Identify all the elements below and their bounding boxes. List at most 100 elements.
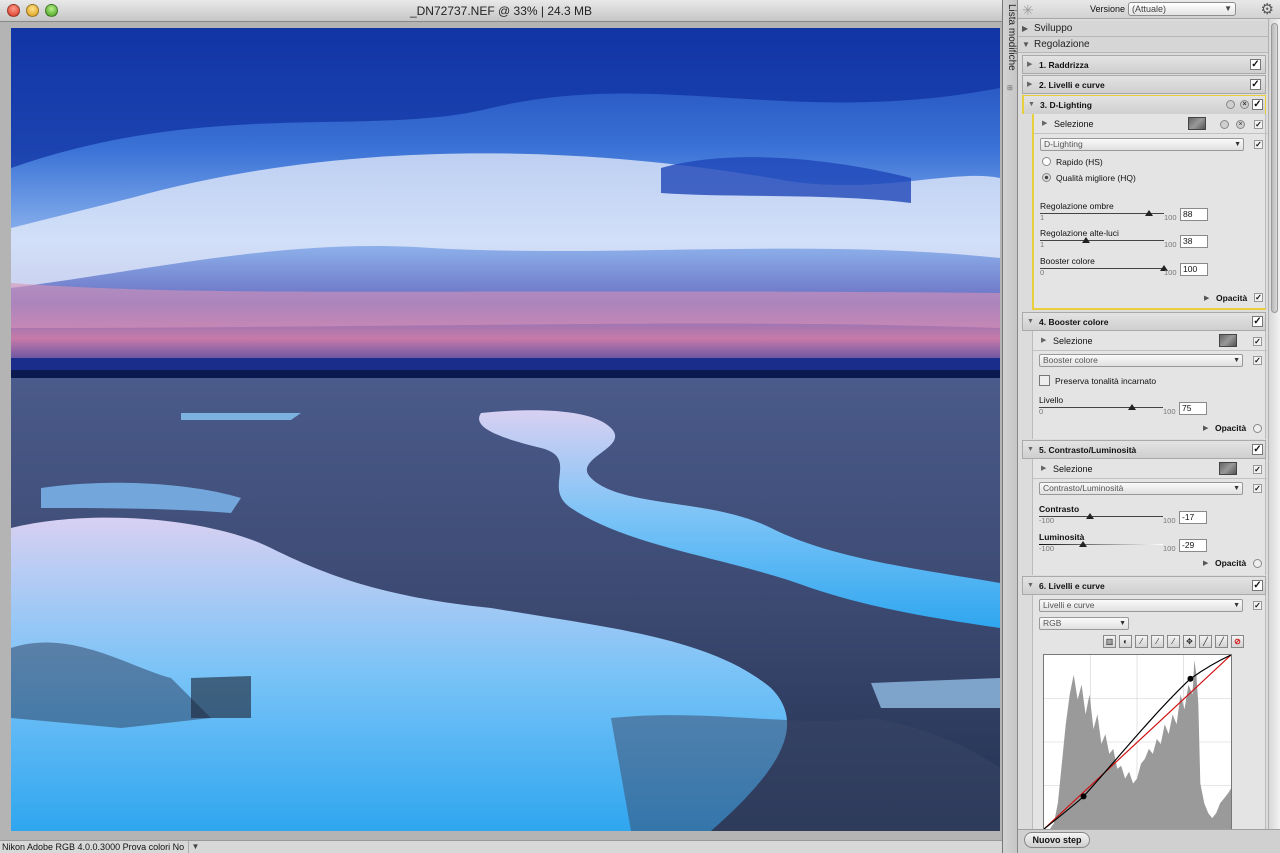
selection-checkbox[interactable]: ✓ — [1253, 337, 1262, 346]
shadows-value-input[interactable]: 88 — [1180, 208, 1208, 221]
eyedropper-gray-icon[interactable]: ⁄ — [1151, 635, 1164, 648]
close-window-button[interactable] — [7, 4, 20, 17]
slider-min: 1 — [1040, 240, 1045, 249]
step-livelli-curve-1[interactable]: ▶ 2. Livelli e curve ✓ — [1022, 75, 1266, 94]
histogram-icon[interactable]: ▥ — [1103, 635, 1116, 648]
side-tab[interactable]: Lista modifiche ⊞ — [1002, 0, 1018, 853]
channel-select[interactable]: RGB ▼ — [1039, 617, 1129, 630]
contrast-method-select[interactable]: Contrasto/Luminosità ▼ — [1039, 482, 1243, 495]
selection-thumbnail[interactable] — [1219, 334, 1237, 347]
level-value-input[interactable]: 75 — [1179, 402, 1207, 415]
shadows-label: Regolazione ombre — [1040, 201, 1114, 211]
disclosure-down-icon: ▼ — [1027, 446, 1034, 453]
disclosure-right-icon[interactable]: ▶ — [1203, 559, 1208, 567]
pin-icon[interactable]: ⊞ — [1007, 84, 1015, 92]
step-enable-checkbox[interactable]: ✓ — [1252, 316, 1263, 327]
highlights-slider-knob[interactable] — [1082, 237, 1091, 243]
chevron-down-icon: ▼ — [1224, 4, 1232, 13]
method-checkbox[interactable]: ✓ — [1254, 140, 1263, 149]
selection-checkbox[interactable]: ✓ — [1253, 465, 1262, 474]
curve-histogram[interactable] — [1043, 654, 1232, 830]
step-enable-checkbox[interactable]: ✓ — [1252, 580, 1263, 591]
contrast-slider-knob[interactable] — [1086, 513, 1095, 519]
contrast-slider-track[interactable] — [1039, 516, 1163, 517]
method-checkbox[interactable]: ✓ — [1253, 484, 1262, 493]
brightness-slider-track[interactable] — [1039, 544, 1163, 545]
selection-checkbox[interactable]: ✓ — [1254, 120, 1263, 129]
chevron-down-icon: ▼ — [1233, 485, 1240, 492]
step-enable-checkbox[interactable]: ✓ — [1250, 59, 1261, 70]
opacity-toggle[interactable] — [1253, 424, 1262, 433]
step-livelli-curve-2[interactable]: ▼ 6. Livelli e curve ✓ — [1022, 576, 1266, 595]
reset-icon[interactable] — [1220, 120, 1229, 129]
disclosure-right-icon: ▶ — [1041, 465, 1047, 472]
step-enable-checkbox[interactable]: ✓ — [1252, 444, 1263, 455]
close-icon[interactable]: × — [1236, 120, 1245, 129]
scrollbar-thumb[interactable] — [1271, 23, 1278, 313]
opacity-checkbox[interactable]: ✓ — [1254, 293, 1263, 302]
selection-row[interactable]: ▶ Selezione ✓ — [1033, 459, 1267, 479]
status-dropdown-icon[interactable]: ▼ — [188, 841, 202, 853]
version-select[interactable]: (Attuale) ▼ — [1128, 2, 1236, 16]
reset-icon[interactable] — [1226, 100, 1235, 109]
minimize-window-button[interactable] — [26, 4, 39, 17]
anchor-point-icon[interactable]: ✥ — [1183, 635, 1196, 648]
levels-method-select[interactable]: Livelli e curve ▼ — [1039, 599, 1243, 612]
eyedropper-white-icon[interactable]: ⁄ — [1167, 635, 1180, 648]
panel-scrollbar[interactable] — [1268, 19, 1280, 829]
slider-max: 100 — [1163, 544, 1176, 553]
radio-fast[interactable] — [1042, 157, 1051, 166]
zoom-window-button[interactable] — [45, 4, 58, 17]
level-slider-knob[interactable] — [1128, 404, 1136, 410]
selection-thumbnail[interactable] — [1188, 117, 1206, 130]
booster-slider-track[interactable] — [1040, 268, 1164, 269]
chevron-down-icon: ▼ — [1234, 141, 1241, 148]
auto-contrast-icon[interactable]: ╱ — [1215, 635, 1228, 648]
booster-method-select[interactable]: Booster colore ▼ — [1039, 354, 1243, 367]
d-lighting-method-select[interactable]: D-Lighting ▼ — [1040, 138, 1244, 151]
level-slider-track[interactable] — [1039, 407, 1163, 408]
shadows-slider-knob[interactable] — [1144, 210, 1153, 216]
curve-point-low[interactable] — [1080, 793, 1087, 800]
booster-value-input[interactable]: 100 — [1180, 263, 1208, 276]
selection-thumbnail[interactable] — [1219, 462, 1237, 475]
new-step-button[interactable]: Nuovo step — [1024, 832, 1090, 848]
preserve-skin-label: Preserva tonalità incarnato — [1055, 376, 1157, 386]
slider-max: 100 — [1163, 516, 1176, 525]
brightness-slider-knob[interactable] — [1079, 541, 1088, 547]
radio-quality[interactable] — [1042, 173, 1051, 182]
highlights-value-input[interactable]: 38 — [1180, 235, 1208, 248]
step-enable-checkbox[interactable]: ✓ — [1252, 99, 1263, 110]
section-regolazione[interactable]: ▼ Regolazione — [1018, 37, 1268, 53]
method-checkbox[interactable]: ✓ — [1253, 356, 1262, 365]
selection-row[interactable]: ▶ Selezione ✓ — [1033, 331, 1267, 351]
linear-curve-icon[interactable]: ╱ — [1199, 635, 1212, 648]
eyedropper-black-icon[interactable]: ⁄ — [1135, 635, 1148, 648]
version-label: Versione — [1090, 4, 1126, 14]
section-sviluppo[interactable]: ▶ Sviluppo — [1018, 21, 1268, 37]
reset-curve-icon[interactable]: ⊘ — [1231, 635, 1244, 648]
opacity-toggle[interactable] — [1253, 559, 1262, 568]
curve-point-high[interactable] — [1187, 675, 1194, 682]
disclosure-right-icon[interactable]: ▶ — [1203, 424, 1208, 432]
step-contrasto-luminosita[interactable]: ▼ 5. Contrasto/Luminosità ✓ — [1022, 440, 1266, 459]
disclosure-right-icon: ▶ — [1042, 120, 1048, 127]
contrast-icon[interactable]: ◐ — [1119, 635, 1132, 648]
brightness-value-input[interactable]: -29 — [1179, 539, 1207, 552]
disclosure-right-icon[interactable]: ▶ — [1204, 294, 1209, 302]
step-enable-checkbox[interactable]: ✓ — [1250, 79, 1261, 90]
preserve-skin-checkbox[interactable] — [1039, 375, 1050, 386]
step-booster-colore[interactable]: ▼ 4. Booster colore ✓ — [1022, 312, 1266, 331]
highlights-label: Regolazione alte-luci — [1040, 228, 1119, 238]
close-icon[interactable]: × — [1240, 100, 1249, 109]
contrast-value-input[interactable]: -17 — [1179, 511, 1207, 524]
photo-preview[interactable] — [11, 28, 1000, 831]
step-raddrizza[interactable]: ▶ 1. Raddrizza ✓ — [1022, 55, 1266, 74]
highlights-slider-track[interactable] — [1040, 240, 1164, 241]
level-label: Livello — [1039, 395, 1064, 405]
selection-row[interactable]: ▶ Selezione × ✓ — [1034, 114, 1268, 134]
method-checkbox[interactable]: ✓ — [1253, 601, 1262, 610]
selection-label: Selezione — [1053, 464, 1093, 474]
gear-icon[interactable]: ⚙ — [1261, 0, 1274, 18]
step-d-lighting[interactable]: ▼ 3. D-Lighting × ✓ — [1022, 95, 1266, 114]
